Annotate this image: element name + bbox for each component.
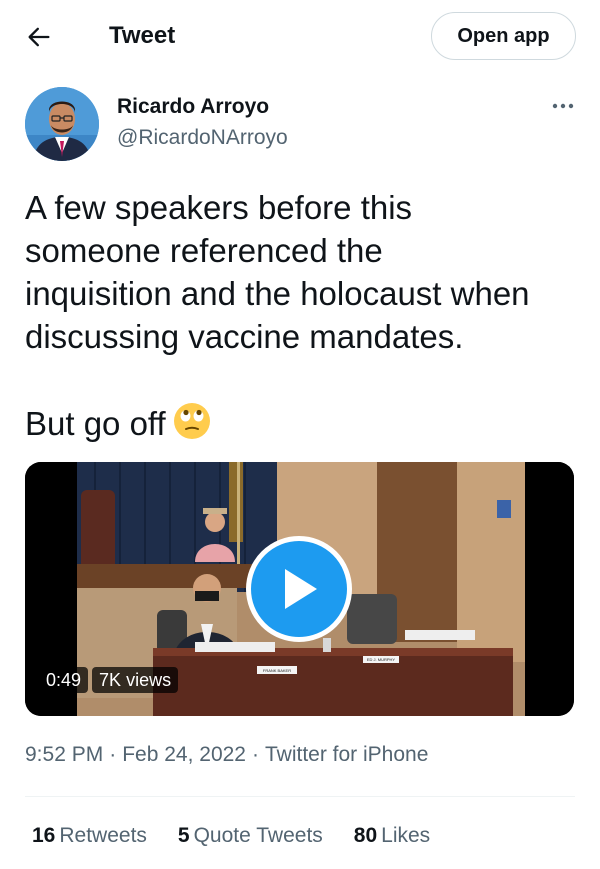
divider (25, 796, 575, 797)
author-handle[interactable]: @RicardoNArroyo (117, 125, 288, 151)
tweet-paragraph-2-text: But go off (25, 405, 166, 442)
tweet-paragraph-1: A few speakers before this someone refer… (25, 189, 530, 355)
video-views: 7K views (92, 667, 179, 693)
play-icon (285, 569, 317, 609)
top-bar: Tweet Open app (0, 0, 600, 72)
quote-tweets-label: Quote Tweets (193, 824, 323, 847)
back-button[interactable] (22, 20, 56, 54)
tweet-time[interactable]: 9:52 PM (25, 743, 103, 766)
more-button[interactable] (548, 96, 578, 116)
arrow-left-icon (28, 27, 50, 47)
likes-count: 80 (353, 824, 378, 847)
likes-stat[interactable]: 80 Likes (354, 822, 430, 850)
avatar[interactable] (25, 87, 99, 161)
separator: · (251, 743, 259, 766)
page-title: Tweet (109, 22, 176, 49)
nameplate-left: FRANK BAKER (263, 668, 291, 673)
more-horizontal-icon (552, 103, 574, 109)
video-player[interactable]: FRANK BAKER ED J. MURPHY 0:49 7K views (25, 462, 574, 716)
retweets-count: 16 (32, 824, 56, 847)
tweet-timestamp: 9:52 PM · Feb 24, 2022 · Twitter for iPhone (25, 741, 428, 769)
video-duration: 0:49 (39, 667, 89, 693)
retweets-label: Retweets (59, 824, 147, 847)
quote-tweets-count: 5 (177, 824, 190, 847)
tweet-paragraph-2: But go off (25, 401, 585, 445)
separator: · (109, 743, 117, 766)
video-meta: 0:49 7K views (39, 667, 179, 693)
nameplate-right: ED J. MURPHY (367, 657, 396, 662)
likes-label: Likes (381, 824, 431, 847)
tweet-text: A few speakers before this someone refer… (25, 186, 585, 445)
play-button[interactable] (246, 536, 352, 642)
avatar-image (25, 87, 99, 161)
tweet-source[interactable]: Twitter for iPhone (265, 743, 428, 766)
tweet-date[interactable]: Feb 24, 2022 (122, 743, 246, 766)
retweets-stat[interactable]: 16 Retweets (32, 822, 147, 850)
author-name[interactable]: Ricardo Arroyo (117, 94, 269, 120)
quote-tweets-stat[interactable]: 5 Quote Tweets (178, 822, 323, 850)
engagement-stats: 16 Retweets 5 Quote Tweets 80 Likes (32, 822, 461, 850)
open-app-button[interactable]: Open app (431, 12, 576, 60)
rolling-eyes-emoji-icon (173, 403, 210, 439)
